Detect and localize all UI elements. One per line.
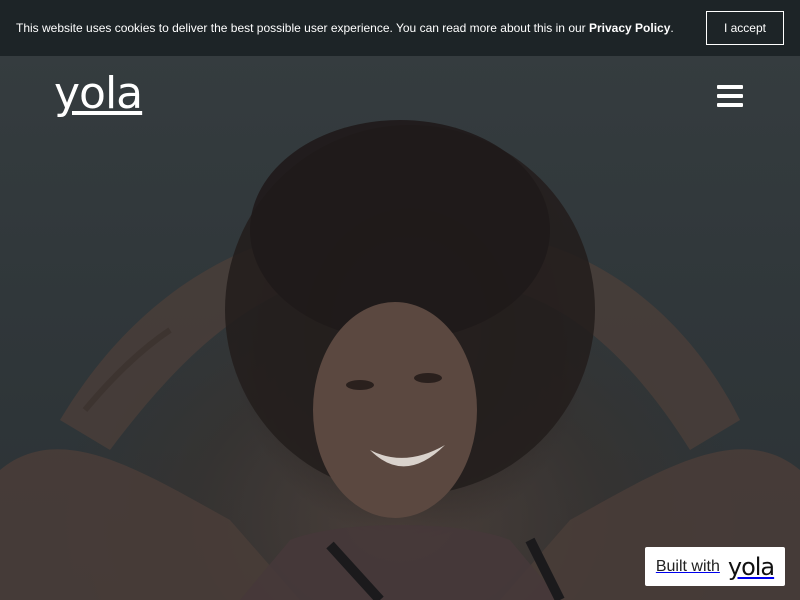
built-with-badge[interactable]: Built with yola xyxy=(645,547,785,586)
yola-badge-logo: yola xyxy=(727,552,775,581)
accept-cookies-button[interactable]: I accept xyxy=(705,11,784,45)
cookie-message-text: This website uses cookies to deliver the… xyxy=(16,21,589,35)
menu-bar-bottom xyxy=(717,103,743,107)
cookie-banner: This website uses cookies to deliver the… xyxy=(0,0,800,56)
cookie-message-suffix: . xyxy=(670,21,674,35)
privacy-policy-link[interactable]: Privacy Policy xyxy=(589,21,670,35)
menu-bar-top xyxy=(717,85,743,89)
built-with-label: Built with xyxy=(655,557,720,575)
cookie-message: This website uses cookies to deliver the… xyxy=(16,21,674,35)
site-logo[interactable]: yola xyxy=(54,72,143,116)
hamburger-menu-icon[interactable] xyxy=(717,85,743,107)
menu-bar-middle xyxy=(717,94,743,98)
